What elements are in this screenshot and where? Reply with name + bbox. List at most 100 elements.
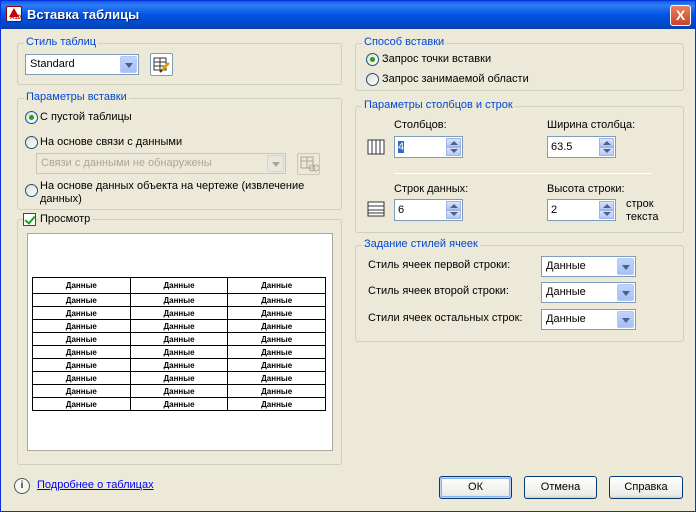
radio-data-link-label[interactable]: На основе связи с данными [40,136,182,148]
chevron-down-icon [617,311,634,328]
columns-icon [367,139,385,155]
autocad-app-icon: A10 [6,6,22,22]
table-cell: Данные [129,277,229,294]
table-cell: Данные [227,306,326,320]
insert-table-dialog: A10 Вставка таблицы X Стиль таблиц Stand… [0,0,696,512]
first-row-style-value: Данные [546,260,586,272]
insert-method-legend: Способ вставки [362,36,447,48]
spin-down-icon[interactable] [446,147,461,156]
table-cell: Данные [227,319,326,333]
data-rows-stepper[interactable]: 6 [394,199,463,221]
table-style-select[interactable]: Standard [25,54,139,75]
preview-checkbox[interactable] [23,213,36,226]
second-row-style-value: Данные [546,286,586,298]
table-cell: Данные [129,306,229,320]
chevron-down-icon [617,258,634,275]
table-row: Данные Данные Данные [32,306,326,320]
first-row-style-label: Стиль ячеек первой строки: [368,259,511,271]
row-height-unit-line2: текста [626,211,659,223]
cancel-button[interactable]: Отмена [524,476,597,499]
second-row-style-select[interactable]: Данные [541,282,636,303]
row-height-value: 2 [551,204,558,216]
radio-empty-table-label[interactable]: С пустой таблицы [40,111,132,123]
title-bar[interactable]: A10 Вставка таблицы X [1,1,695,29]
chevron-down-icon [617,284,634,301]
row-height-unit-line1: строк [626,198,654,210]
table-cell: Данные [32,371,131,385]
table-cell: Данные [129,319,229,333]
data-link-select[interactable]: Связи с данными не обнаружены [36,153,286,174]
cell-styles-legend: Задание стилей ячеек [362,238,480,250]
table-cell: Данные [129,345,229,359]
columns-value: 4 [398,141,405,153]
help-button[interactable]: Справка [609,476,683,499]
table-style-legend: Стиль таблиц [24,36,99,48]
insert-params-legend: Параметры вставки [24,91,129,103]
table-cell: Данные [227,332,326,346]
data-link-placeholder: Связи с данными не обнаружены [41,157,212,169]
col-width-value: 63.5 [551,141,573,153]
columns-label: Столбцов: [394,119,447,131]
radio-insertion-point[interactable] [366,53,379,66]
table-row: Данные Данные Данные [32,293,326,307]
table-row: Данные Данные Данные [32,384,326,398]
app-icon-text: A10 [9,15,21,21]
data-rows-value: 6 [398,204,405,216]
first-row-style-select[interactable]: Данные [541,256,636,277]
table-cell: Данные [32,277,131,294]
table-cell: Данные [129,358,229,372]
table-cell: Данные [129,371,229,385]
radio-window[interactable] [366,73,379,86]
data-link-manager-button[interactable] [297,153,320,175]
radio-window-label[interactable]: Запрос занимаемой области [382,73,529,85]
radio-empty-table[interactable] [25,111,38,124]
table-cell: Данные [32,384,131,398]
spin-down-icon[interactable] [599,147,614,156]
table-cell: Данные [129,384,229,398]
table-cell: Данные [32,397,131,411]
other-rows-style-select[interactable]: Данные [541,309,636,330]
col-width-label: Ширина столбца: [547,119,636,131]
row-height-label: Высота строки: [547,183,625,195]
spin-up-icon[interactable] [446,201,461,210]
spin-up-icon[interactable] [599,138,614,147]
spin-down-icon[interactable] [446,210,461,219]
table-row: Данные Данные Данные [32,345,326,359]
window-title: Вставка таблицы [27,7,140,22]
table-row: Данные Данные Данные [32,332,326,346]
table-style-dialog-button[interactable] [150,53,173,76]
tables-help-link[interactable]: Подробнее о таблицах [37,479,154,491]
col-width-stepper[interactable]: 63.5 [547,136,616,158]
table-row: Данные Данные Данные [32,397,326,411]
columns-stepper[interactable]: 4 [394,136,463,158]
table-row: Данные Данные Данные [32,358,326,372]
radio-insertion-point-label[interactable]: Запрос точки вставки [382,53,491,65]
table-cell: Данные [227,277,326,294]
table-style-dialog-icon [153,57,170,73]
table-cell: Данные [32,293,131,307]
ok-button[interactable]: ОК [439,476,512,499]
table-cell: Данные [32,306,131,320]
radio-data-extraction-label[interactable]: На основе данных объекта на чертеже (изв… [40,180,320,206]
radio-data-extraction[interactable] [25,184,38,197]
rows-icon [367,201,385,217]
preview-table: Данные Данные Данные Данные Данные Данные Данн… [32,277,326,411]
divider [394,173,652,174]
preview-header-row: Данные Данные Данные [32,277,326,294]
spin-up-icon[interactable] [599,201,614,210]
row-height-stepper[interactable]: 2 [547,199,616,221]
radio-data-link[interactable] [25,136,38,149]
spin-down-icon[interactable] [599,210,614,219]
table-style-value: Standard [30,58,75,70]
second-row-style-label: Стиль ячеек второй строки: [368,285,509,297]
table-cell: Данные [227,384,326,398]
preview-checkbox-label[interactable]: Просмотр [38,213,93,225]
table-cell: Данные [32,332,131,346]
table-cell: Данные [227,293,326,307]
table-cell: Данные [227,397,326,411]
table-cell: Данные [129,293,229,307]
spin-up-icon[interactable] [446,138,461,147]
table-cell: Данные [227,371,326,385]
data-rows-label: Строк данных: [394,183,469,195]
close-button[interactable]: X [670,5,691,26]
